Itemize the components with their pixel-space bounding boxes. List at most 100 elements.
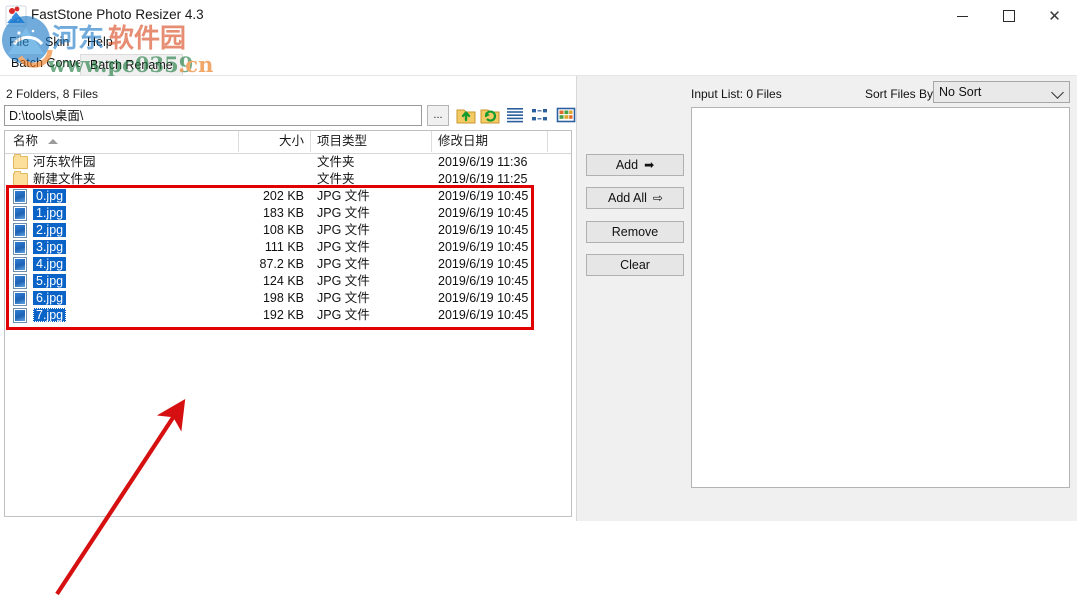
cell-date: 2019/6/19 10:45 (438, 291, 529, 305)
path-input[interactable]: D:\tools\桌面\ (4, 105, 422, 126)
app-logo-icon (5, 5, 27, 27)
jpg-file-icon (13, 308, 27, 323)
cell-size: 183 KB (262, 206, 304, 220)
remove-button[interactable]: Remove (586, 221, 684, 243)
cell-name: 4.jpg (13, 256, 67, 273)
column-header-type[interactable]: 项目类型 (311, 131, 432, 152)
table-row[interactable]: 2.jpg 108 KB JPG 文件 2019/6/19 10:45 (5, 222, 571, 239)
cell-type: 文件夹 (317, 172, 355, 186)
table-row[interactable]: 1.jpg 183 KB JPG 文件 2019/6/19 10:45 (5, 205, 571, 222)
column-header-date[interactable]: 修改日期 (432, 131, 548, 152)
menu-item-help[interactable]: Help (82, 33, 118, 52)
cell-date: 2019/6/19 11:36 (438, 155, 528, 169)
folder-icon (13, 171, 28, 186)
table-row[interactable]: 5.jpg 124 KB JPG 文件 2019/6/19 10:45 (5, 273, 571, 290)
file-name-label: 4.jpg (33, 257, 67, 271)
maximize-icon (1002, 10, 1015, 22)
cell-size (239, 154, 311, 171)
cell-size: 192 KB (262, 308, 304, 322)
details-view-icon[interactable] (529, 104, 551, 126)
cell-type: JPG 文件 (317, 308, 370, 322)
cell-date: 2019/6/19 10:45 (438, 223, 529, 237)
remove-button-label: Remove (611, 225, 659, 239)
list-view-icon[interactable] (504, 104, 526, 126)
table-row[interactable]: 3.jpg 111 KB JPG 文件 2019/6/19 10:45 (5, 239, 571, 256)
window-title: FastStone Photo Resizer 4.3 (31, 7, 204, 22)
clear-button[interactable]: Clear (586, 254, 684, 276)
table-row[interactable]: 河东软件园 文件夹 2019/6/19 11:36 (5, 154, 571, 171)
main-content: 2 Folders, 8 Files D:\tools\桌面\ ... 名称 大… (0, 76, 1077, 596)
cell-size: 108 KB (262, 223, 304, 237)
thumbnail-view-icon[interactable] (555, 104, 577, 126)
up-folder-icon[interactable] (455, 104, 477, 126)
file-browser-pane: 2 Folders, 8 Files D:\tools\桌面\ ... 名称 大… (0, 76, 577, 596)
sort-files-by-select[interactable]: No Sort (933, 81, 1070, 103)
cell-type: JPG 文件 (317, 189, 370, 203)
table-row[interactable]: 6.jpg 198 KB JPG 文件 2019/6/19 10:45 (5, 290, 571, 307)
cell-date: 2019/6/19 10:45 (438, 274, 529, 288)
cell-date: 2019/6/19 11:25 (438, 172, 528, 186)
jpg-file-icon (13, 291, 27, 306)
input-list-label: Input List: 0 Files (691, 87, 782, 101)
tab-batch-rename[interactable]: Batch Rename (80, 54, 183, 76)
action-button-pane: Add ➡ Add All ⇨ Remove Clear (577, 76, 690, 521)
sort-ascending-icon (48, 139, 58, 144)
file-name-label: 3.jpg (33, 240, 67, 254)
add-all-button[interactable]: Add All ⇨ (586, 187, 684, 209)
input-list-box[interactable] (691, 107, 1070, 488)
cell-type: JPG 文件 (317, 257, 370, 271)
column-header-name-label: 名称 (13, 134, 39, 148)
jpg-file-icon (13, 223, 27, 238)
table-row[interactable]: 7.jpg 192 KB JPG 文件 2019/6/19 10:45 (5, 307, 571, 324)
maximize-button[interactable] (986, 0, 1031, 32)
file-list-rows: 河东软件园 文件夹 2019/6/19 11:36 新建文件夹 文件夹 2019/6/19… (5, 154, 571, 324)
cell-type: 文件夹 (317, 155, 355, 169)
cell-name: 6.jpg (13, 290, 67, 307)
table-row[interactable]: 新建文件夹 文件夹 2019/6/19 11:25 (5, 171, 571, 188)
jpg-file-icon (13, 206, 27, 221)
cell-name: 3.jpg (13, 239, 67, 256)
cell-name: 0.jpg (13, 188, 67, 205)
file-name-label: 6.jpg (33, 291, 67, 305)
jpg-file-icon (13, 240, 27, 255)
file-name-label: 新建文件夹 (33, 172, 96, 186)
refresh-folder-icon[interactable] (479, 104, 501, 126)
menu-item-file[interactable]: File (4, 33, 34, 52)
tab-strip: Batch Convert Batch Rename (0, 52, 1077, 76)
cell-name: 1.jpg (13, 205, 67, 222)
cell-date: 2019/6/19 10:45 (438, 189, 529, 203)
cell-type: JPG 文件 (317, 291, 370, 305)
folder-status-text: 2 Folders, 8 Files (6, 87, 99, 101)
cell-date: 2019/6/19 10:45 (438, 308, 529, 322)
jpg-file-icon (13, 274, 27, 289)
table-row[interactable]: 4.jpg 87.2 KB JPG 文件 2019/6/19 10:45 (5, 256, 571, 273)
arrow-right-dashed-icon: ⇨ (652, 191, 663, 205)
arrow-right-icon: ➡ (644, 158, 655, 172)
close-button[interactable]: ✕ (1032, 0, 1077, 32)
close-icon: ✕ (1048, 6, 1061, 25)
browse-button[interactable]: ... (427, 105, 449, 126)
cell-type: JPG 文件 (317, 274, 370, 288)
column-header-name[interactable]: 名称 (5, 131, 239, 152)
cell-size: 124 KB (262, 274, 304, 288)
file-name-label: 5.jpg (33, 274, 67, 288)
column-header-size[interactable]: 大小 (239, 131, 311, 152)
column-header-spacer (548, 131, 571, 152)
application-window: FastStone Photo Resizer 4.3 ✕ File Skin … (0, 0, 1077, 596)
sort-files-by-label: Sort Files By: (865, 87, 937, 101)
minimize-icon (957, 15, 968, 17)
file-list-header: 名称 大小 项目类型 修改日期 (5, 131, 571, 154)
folder-icon (13, 154, 28, 169)
jpg-file-icon (13, 189, 27, 204)
menu-item-skin[interactable]: Skin (40, 33, 74, 52)
table-row[interactable]: 0.jpg 202 KB JPG 文件 2019/6/19 10:45 (5, 188, 571, 205)
cell-type: JPG 文件 (317, 240, 370, 254)
file-name-label: 7.jpg (33, 308, 67, 322)
file-name-label: 0.jpg (33, 189, 67, 203)
add-button[interactable]: Add ➡ (586, 154, 684, 176)
cell-size: 111 KB (264, 240, 304, 254)
file-list[interactable]: 名称 大小 项目类型 修改日期 河东软件园 文件夹 2019/6/19 11:36 新… (4, 130, 572, 517)
cell-date: 2019/6/19 10:45 (438, 240, 529, 254)
input-list-pane: Input List: 0 Files Sort Files By: No So… (690, 76, 1077, 521)
minimize-button[interactable] (940, 0, 985, 32)
